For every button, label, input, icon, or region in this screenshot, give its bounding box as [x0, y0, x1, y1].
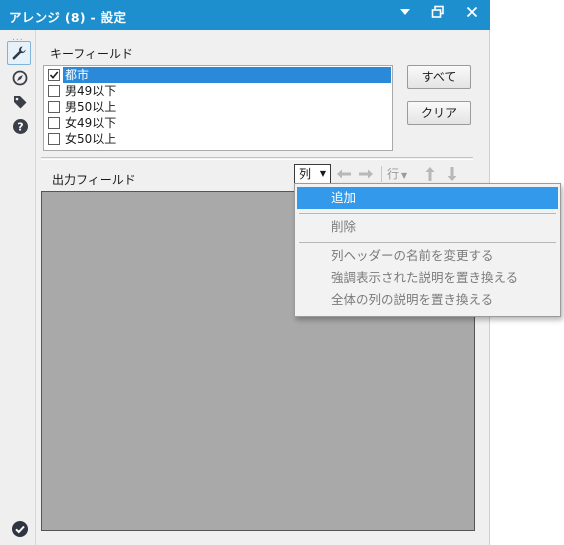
arrow-up-icon[interactable] — [421, 166, 439, 182]
wrench-icon[interactable] — [7, 41, 31, 65]
checkbox[interactable] — [48, 69, 60, 81]
menu-item-rename-header[interactable]: 列ヘッダーの名前を変更する — [297, 245, 558, 267]
arrow-right-icon[interactable] — [357, 166, 375, 182]
menu-item-replace-all[interactable]: 全体の列の説明を置き換える — [297, 289, 558, 311]
svg-text:?: ? — [17, 120, 23, 133]
output-fields-label: 出力フィールド — [52, 173, 136, 187]
select-all-button[interactable]: すべて — [407, 65, 471, 89]
arrow-down-icon[interactable] — [443, 166, 461, 182]
window-title: アレンジ (8) - 設定 — [9, 10, 127, 25]
title-bar: アレンジ (8) - 設定 — [0, 0, 490, 30]
clear-button[interactable]: クリア — [407, 101, 471, 125]
check-circle-icon — [11, 520, 29, 538]
key-fields-label: キーフィールド — [50, 47, 134, 61]
section-divider — [41, 157, 473, 160]
output-toolbar: 列 ▼ 行 ▼ — [293, 163, 473, 185]
list-item[interactable]: 女49以下 — [45, 115, 391, 131]
restore-icon[interactable] — [427, 5, 449, 25]
list-item[interactable]: 男49以下 — [45, 83, 391, 99]
tag-icon[interactable] — [9, 91, 31, 113]
checkbox[interactable] — [48, 133, 60, 145]
checkbox[interactable] — [48, 85, 60, 97]
close-icon[interactable] — [461, 5, 483, 25]
list-item[interactable]: 男50以上 — [45, 99, 391, 115]
menu-item-delete[interactable]: 削除 — [297, 216, 558, 238]
chevron-down-icon: ▼ — [319, 169, 326, 178]
list-item-label: 都市 — [63, 67, 391, 83]
list-item[interactable]: 女50以上 — [45, 131, 391, 147]
key-fields-list[interactable]: 都市 男49以下 男50以上 女49以下 女50以上 — [43, 65, 393, 151]
list-item-label: 女50以上 — [65, 132, 117, 146]
row-button-label: 行 — [387, 167, 400, 181]
menu-separator — [299, 242, 556, 243]
menu-caret-icon[interactable] — [394, 5, 416, 25]
list-item[interactable]: 都市 — [45, 67, 391, 83]
chevron-down-icon: ▼ — [401, 171, 408, 180]
column-dropdown-button[interactable]: 列 ▼ — [294, 164, 331, 184]
menu-item-add[interactable]: 追加 — [297, 187, 558, 209]
arrow-left-icon[interactable] — [335, 166, 353, 182]
help-icon[interactable]: ? — [9, 115, 31, 137]
column-context-menu: 追加 削除 列ヘッダーの名前を変更する 強調表示された説明を置き換える 全体の列… — [294, 183, 561, 317]
toolbar-separator — [381, 166, 382, 182]
column-button-label: 列 — [299, 167, 312, 181]
list-item-label: 女49以下 — [65, 116, 117, 130]
row-dropdown-button[interactable]: 行 ▼ — [387, 165, 407, 182]
checkbox[interactable] — [48, 117, 60, 129]
list-item-label: 男50以上 — [65, 100, 117, 114]
checkbox[interactable] — [48, 101, 60, 113]
menu-item-replace-highlighted[interactable]: 強調表示された説明を置き換える — [297, 267, 558, 289]
compass-icon[interactable] — [9, 67, 31, 89]
menu-separator — [299, 213, 556, 214]
sidebar: ... ? — [0, 30, 36, 545]
list-item-label: 男49以下 — [65, 84, 117, 98]
